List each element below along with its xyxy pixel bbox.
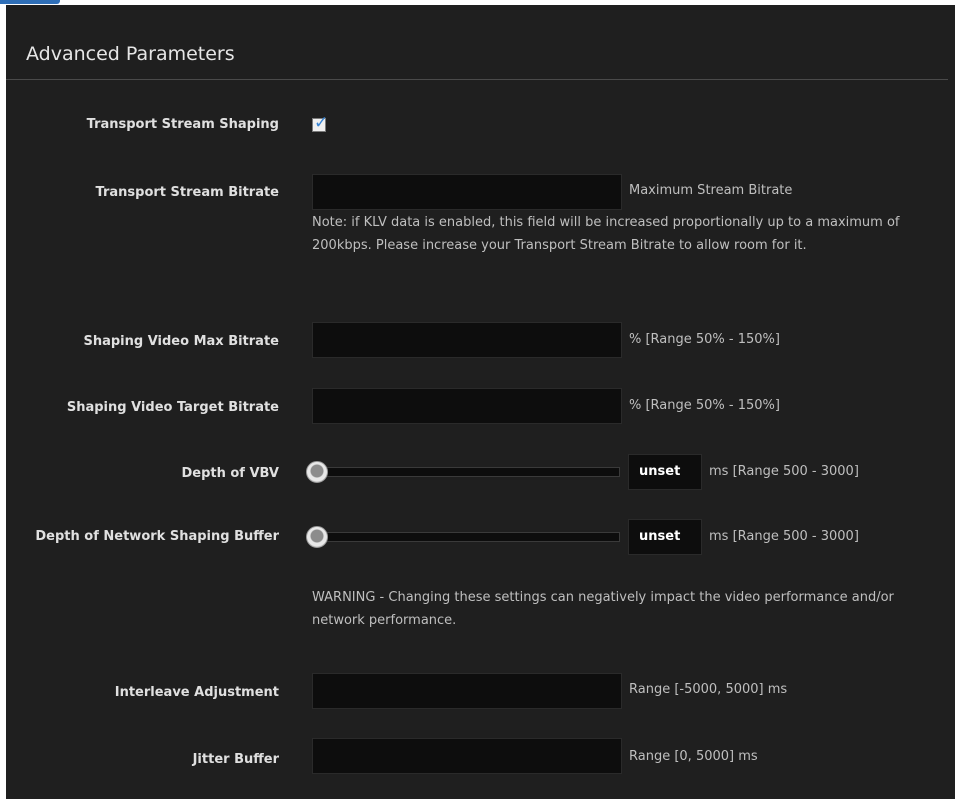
depth-network-label: Depth of Network Shaping Buffer xyxy=(35,529,279,544)
ts-shaping-checkbox[interactable]: ✓ xyxy=(312,113,328,133)
shaping-video-max-label: Shaping Video Max Bitrate xyxy=(83,334,279,349)
shaping-video-target-label: Shaping Video Target Bitrate xyxy=(66,400,279,415)
ts-bitrate-label: Transport Stream Bitrate xyxy=(95,185,279,200)
network-warning: WARNING - Changing these settings can ne… xyxy=(312,590,894,628)
depth-vbv-label: Depth of VBV xyxy=(181,466,279,481)
interleave-hint: Range [-5000, 5000] ms xyxy=(629,682,788,697)
advanced-parameters-panel: Advanced Parameters Transport Stream Sha… xyxy=(6,5,955,799)
checkmark-icon: ✓ xyxy=(314,113,329,133)
ts-shaping-label: Transport Stream Shaping xyxy=(86,117,279,132)
ts-bitrate-input[interactable] xyxy=(312,174,622,210)
depth-vbv-value[interactable]: unset xyxy=(628,454,702,490)
shaping-video-max-input[interactable] xyxy=(312,322,622,358)
jitter-input[interactable] xyxy=(312,738,622,774)
depth-vbv-hint: ms [Range 500 - 3000] xyxy=(709,464,859,479)
shaping-video-target-input[interactable] xyxy=(312,388,622,424)
ts-bitrate-note: Note: if KLV data is enabled, this field… xyxy=(312,215,900,253)
depth-network-slider-track[interactable] xyxy=(316,532,620,542)
jitter-label: Jitter Buffer xyxy=(192,752,279,767)
ts-bitrate-hint: Maximum Stream Bitrate xyxy=(629,183,793,198)
interleave-input[interactable] xyxy=(312,673,622,709)
depth-network-value[interactable]: unset xyxy=(628,519,702,555)
depth-vbv-slider-handle[interactable] xyxy=(306,461,328,483)
depth-network-hint: ms [Range 500 - 3000] xyxy=(709,529,859,544)
panel-divider xyxy=(6,79,948,80)
interleave-label: Interleave Adjustment xyxy=(114,685,279,700)
depth-network-slider-handle[interactable] xyxy=(306,526,328,548)
panel-title: Advanced Parameters xyxy=(26,43,235,65)
jitter-hint: Range [0, 5000] ms xyxy=(629,749,758,764)
shaping-video-max-hint: % [Range 50% - 150%] xyxy=(629,332,780,347)
depth-vbv-slider-track[interactable] xyxy=(316,467,620,477)
page-heading-fragment xyxy=(0,0,60,4)
shaping-video-target-hint: % [Range 50% - 150%] xyxy=(629,398,780,413)
